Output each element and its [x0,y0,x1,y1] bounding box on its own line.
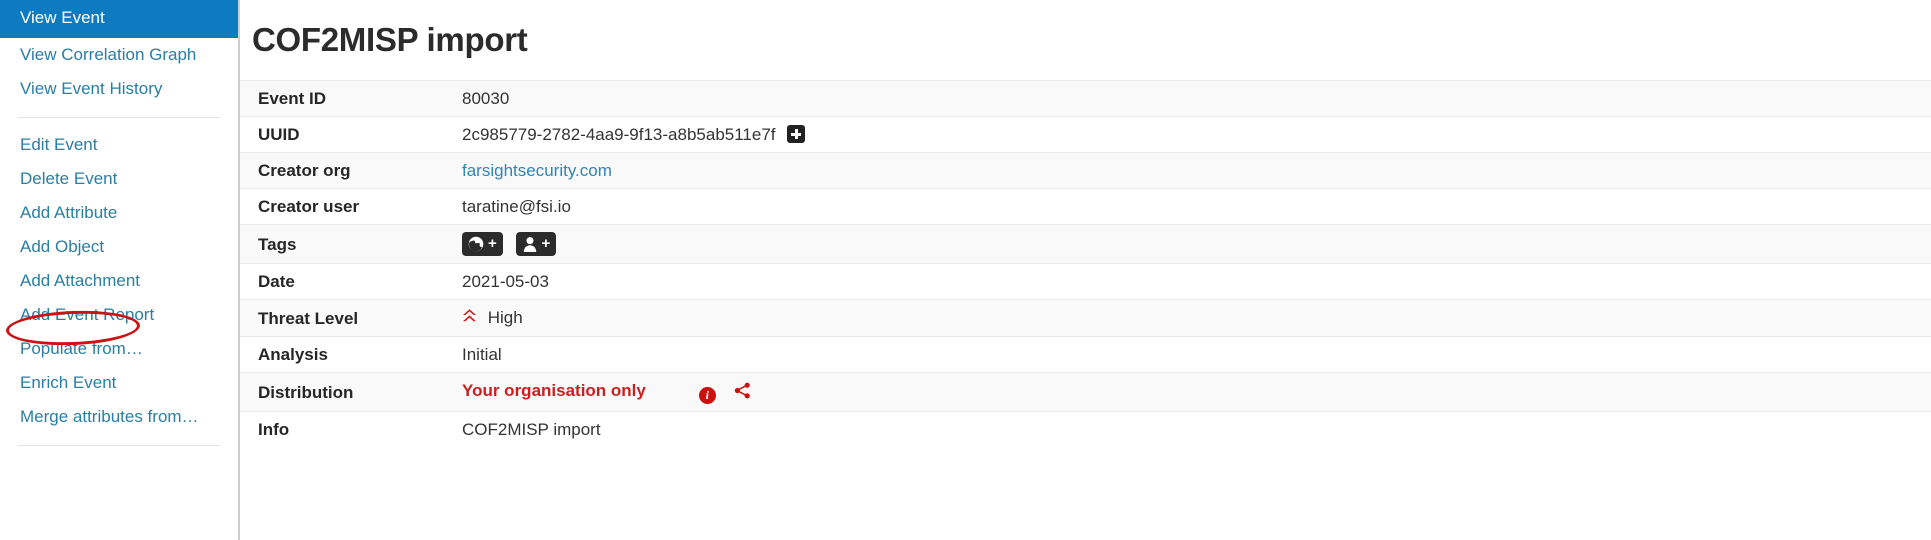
row-value-threat-level-cell: High [462,299,1931,337]
sidebar-item-add-attribute[interactable]: Add Attribute [0,196,238,230]
row-label-analysis: Analysis [240,336,462,373]
plus-square-icon[interactable] [787,125,806,143]
user-tag-plus-glyph: + [541,235,551,252]
table-row-uuid: UUID 2c985779-2782-4aa9-9f13-a8b5ab511e7… [240,116,1931,153]
sidebar-item-add-event-report[interactable]: Add Event Report [0,298,238,332]
row-label-info: Info [240,411,462,447]
sidebar-item-populate-from[interactable]: Populate from… [0,332,238,366]
row-label-creator-user: Creator user [240,188,462,225]
row-label-event-id: Event ID [240,80,462,117]
sidebar-item-add-attachment[interactable]: Add Attachment [0,264,238,298]
sidebar-item-view-correlation-graph[interactable]: View Correlation Graph [0,38,238,72]
sidebar-item-enrich-event[interactable]: Enrich Event [0,366,238,400]
row-value-creator-org-cell: farsightsecurity.com [462,152,1931,189]
table-row-analysis: Analysis Initial [240,336,1931,373]
event-details-table: Event ID 80030 UUID 2c985779-2782-4aa9-9… [240,80,1931,447]
page-title: COF2MISP import [252,21,528,58]
user-add-tag-icon[interactable]: + [515,232,557,256]
table-row-distribution: Distribution Your organisation only i [240,372,1931,412]
table-row-date: Date 2021-05-03 [240,263,1931,300]
row-value-uuid: 2c985779-2782-4aa9-9f13-a8b5ab511e7f [462,125,776,144]
sidebar-item-view-event-history[interactable]: View Event History [0,72,238,106]
event-actions-sidebar: View Event View Correlation Graph View E… [0,0,240,540]
table-row-threat-level: Threat Level High [240,299,1931,337]
chevron-double-up-icon [462,308,477,329]
row-value-analysis: Initial [462,336,1931,373]
table-row-info: Info COF2MISP import [240,411,1931,447]
misp-event-page: View Event View Correlation Graph View E… [0,0,1931,540]
sidebar-item-edit-event[interactable]: Edit Event [0,128,238,162]
sidebar-divider-bottom [18,445,220,446]
row-label-creator-org: Creator org [240,152,462,189]
table-row-event-id: Event ID 80030 [240,80,1931,117]
table-row-creator-user: Creator user taratine@fsi.io [240,188,1931,225]
sidebar-divider-top [18,117,220,118]
sidebar-item-merge-attributes-from[interactable]: Merge attributes from… [0,400,238,434]
row-value-info: COF2MISP import [462,411,1931,447]
sidebar-item-view-event[interactable]: View Event [0,0,238,38]
row-label-tags: Tags [240,224,462,264]
event-main-panel: COF2MISP import Event ID 80030 UUID 2c98… [240,0,1931,540]
row-value-event-id: 80030 [462,80,1931,117]
row-value-tags-cell: + + [462,224,1931,264]
globe-tag-plus-glyph: + [488,235,497,252]
creator-org-link[interactable]: farsightsecurity.com [462,161,612,180]
table-row-tags: Tags + + [240,224,1931,264]
row-label-distribution: Distribution [240,372,462,412]
row-value-creator-user: taratine@fsi.io [462,188,1931,225]
share-icon[interactable] [734,382,751,403]
sidebar-item-add-object[interactable]: Add Object [0,230,238,264]
row-label-date: Date [240,263,462,300]
row-value-date: 2021-05-03 [462,263,1931,300]
row-label-threat-level: Threat Level [240,299,462,337]
info-circle-icon[interactable]: i [698,387,716,404]
row-value-distribution: Your organisation only [462,381,646,400]
row-value-uuid-cell: 2c985779-2782-4aa9-9f13-a8b5ab511e7f [462,116,1931,153]
row-label-uuid: UUID [240,116,462,153]
globe-add-tag-icon[interactable]: + [462,232,503,256]
table-row-creator-org: Creator org farsightsecurity.com [240,152,1931,189]
row-value-threat-level: High [487,308,523,327]
sidebar-item-delete-event[interactable]: Delete Event [0,162,238,196]
row-value-distribution-cell: Your organisation only i [462,372,1931,412]
